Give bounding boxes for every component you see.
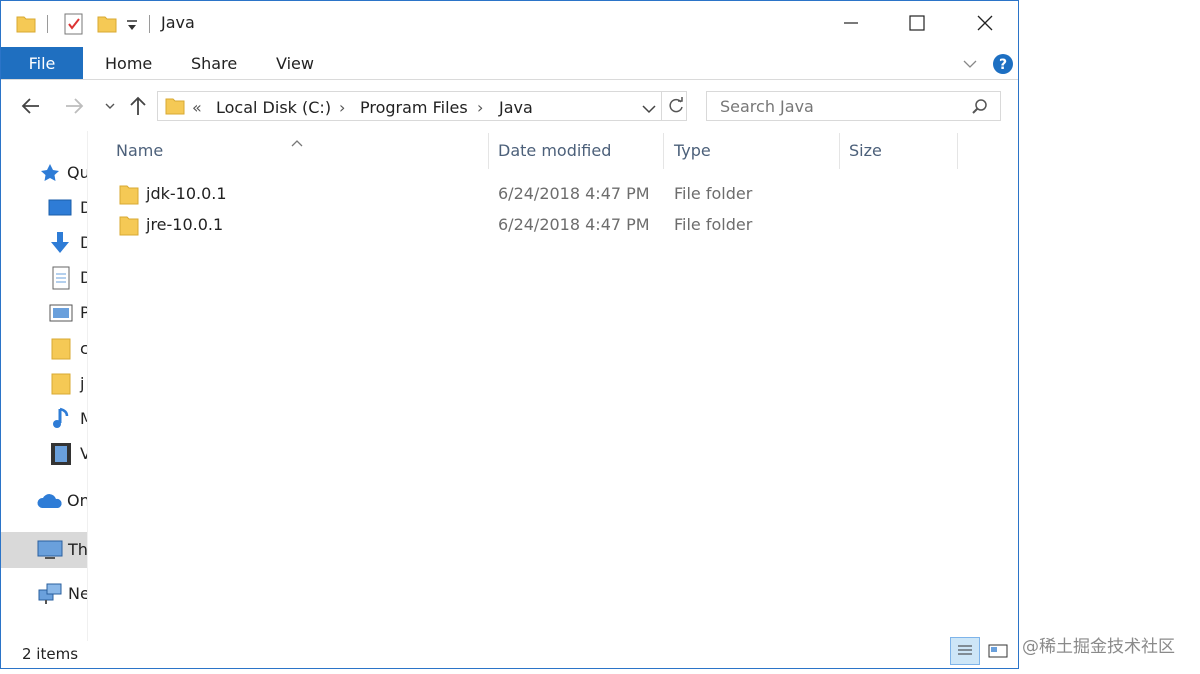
column-divider[interactable] [488,133,489,169]
refresh-icon[interactable] [667,97,685,119]
breadcrumb-overflow[interactable]: « [192,98,202,117]
sidebar-item-videos[interactable]: V [1,439,87,469]
window-title: Java [161,13,195,32]
sidebar-item-music[interactable]: M [1,404,87,434]
column-header-name[interactable]: Name [116,141,163,160]
recent-locations-button[interactable] [97,93,123,119]
svg-text:?: ? [999,57,1007,73]
sidebar-item-quick-access[interactable]: Qu [1,158,87,188]
desktop-icon [48,198,72,222]
file-type: File folder [674,184,753,203]
column-header-size[interactable]: Size [849,141,882,160]
file-tab[interactable]: File [1,47,83,79]
explorer-window: Java File Home Share View ? « Local Disk… [0,0,1019,669]
minimize-button[interactable] [828,1,874,45]
sidebar-item-label: j [80,374,85,393]
watermark: @稀土掘金技术社区 [1022,637,1175,657]
column-divider[interactable] [663,133,664,169]
large-icons-view-button[interactable] [983,637,1013,665]
sidebar-item-label: P [80,303,87,322]
file-type: File folder [674,215,753,234]
sidebar-item-pictures[interactable]: P [1,298,87,328]
sidebar-item-documents[interactable]: D [1,263,87,293]
search-icon[interactable] [971,98,989,120]
sidebar-item-label: Ne [68,584,87,603]
breadcrumb-java[interactable]: Java [499,98,533,117]
sidebar-item-folder[interactable]: j [1,369,87,399]
column-divider[interactable] [957,133,958,169]
chevron-down-icon[interactable] [641,100,657,119]
customize-toolbar-icon[interactable] [125,15,139,37]
documents-icon [51,266,71,294]
search-input[interactable]: Search Java [720,97,814,116]
folder-icon [118,182,140,210]
file-name: jdk-10.0.1 [146,184,227,203]
sidebar-item-folder[interactable]: c [1,334,87,364]
properties-icon[interactable] [63,12,85,40]
download-icon [49,231,71,259]
expand-ribbon-icon[interactable] [962,55,978,74]
separator [149,15,150,33]
folder-icon [15,13,37,39]
ribbon-divider [1,79,1018,80]
address-bar[interactable]: « Local Disk (C:) › Program Files › Java [157,91,687,121]
tab-share[interactable]: Share [191,47,237,79]
navigation-pane[interactable]: Qu D D D P [1,131,87,629]
breadcrumb-program-files[interactable]: Program Files [360,98,468,117]
separator [47,15,48,33]
close-button[interactable] [962,1,1008,45]
file-date-modified: 6/24/2018 4:47 PM [498,184,650,203]
folder-icon [118,213,140,241]
sidebar-item-label: D [80,198,87,217]
star-icon [39,163,61,187]
sidebar-item-label: D [80,233,87,252]
file-row[interactable]: jre-10.0.1 6/24/2018 4:47 PM File folder [113,212,953,240]
pane-divider [87,131,88,641]
videos-icon [50,442,72,470]
sidebar-item-label: V [80,444,87,463]
sidebar-item-label: D [80,268,87,287]
sidebar-item-label: Th [68,540,87,559]
sidebar-item-desktop[interactable]: D [1,193,87,223]
sidebar-item-downloads[interactable]: D [1,228,87,258]
title-bar: Java [1,1,1018,47]
column-divider[interactable] [839,133,840,169]
address-divider [661,92,662,120]
computer-icon [36,539,64,565]
new-folder-icon[interactable] [96,13,118,39]
sidebar-item-label: Qu [67,163,87,182]
cloud-icon [36,492,64,514]
file-date-modified: 6/24/2018 4:47 PM [498,215,650,234]
help-icon[interactable]: ? [992,53,1014,79]
breadcrumb-separator[interactable]: › [477,98,483,117]
music-icon [51,407,71,435]
tab-view[interactable]: View [276,47,314,79]
maximize-button[interactable] [894,1,940,45]
tab-home[interactable]: Home [105,47,152,79]
sidebar-item-this-pc[interactable]: Th [1,532,87,568]
file-name: jre-10.0.1 [146,215,224,234]
breadcrumb-local-disk[interactable]: Local Disk (C:) [216,98,331,117]
column-header-type[interactable]: Type [674,141,711,160]
status-item-count: 2 items [22,645,79,663]
folder-icon [164,95,186,121]
forward-button[interactable] [61,93,87,119]
sidebar-item-label: c [80,339,87,358]
folder-icon [51,372,71,400]
search-box[interactable]: Search Java [706,91,1001,121]
folder-icon [51,337,71,365]
sidebar-item-label: M [80,409,87,428]
back-button[interactable] [18,93,44,119]
pictures-icon [49,303,73,327]
details-view-button[interactable] [950,637,980,665]
column-header-date-modified[interactable]: Date modified [498,141,611,160]
sidebar-item-onedrive[interactable]: On [1,486,87,516]
sidebar-item-label: On [67,491,87,510]
file-row[interactable]: jdk-10.0.1 6/24/2018 4:47 PM File folder [113,181,953,209]
breadcrumb-separator[interactable]: › [339,98,345,117]
sidebar-item-network[interactable]: Ne [1,579,87,609]
network-icon [37,582,63,610]
up-button[interactable] [125,93,151,119]
sort-ascending-icon [291,132,303,151]
